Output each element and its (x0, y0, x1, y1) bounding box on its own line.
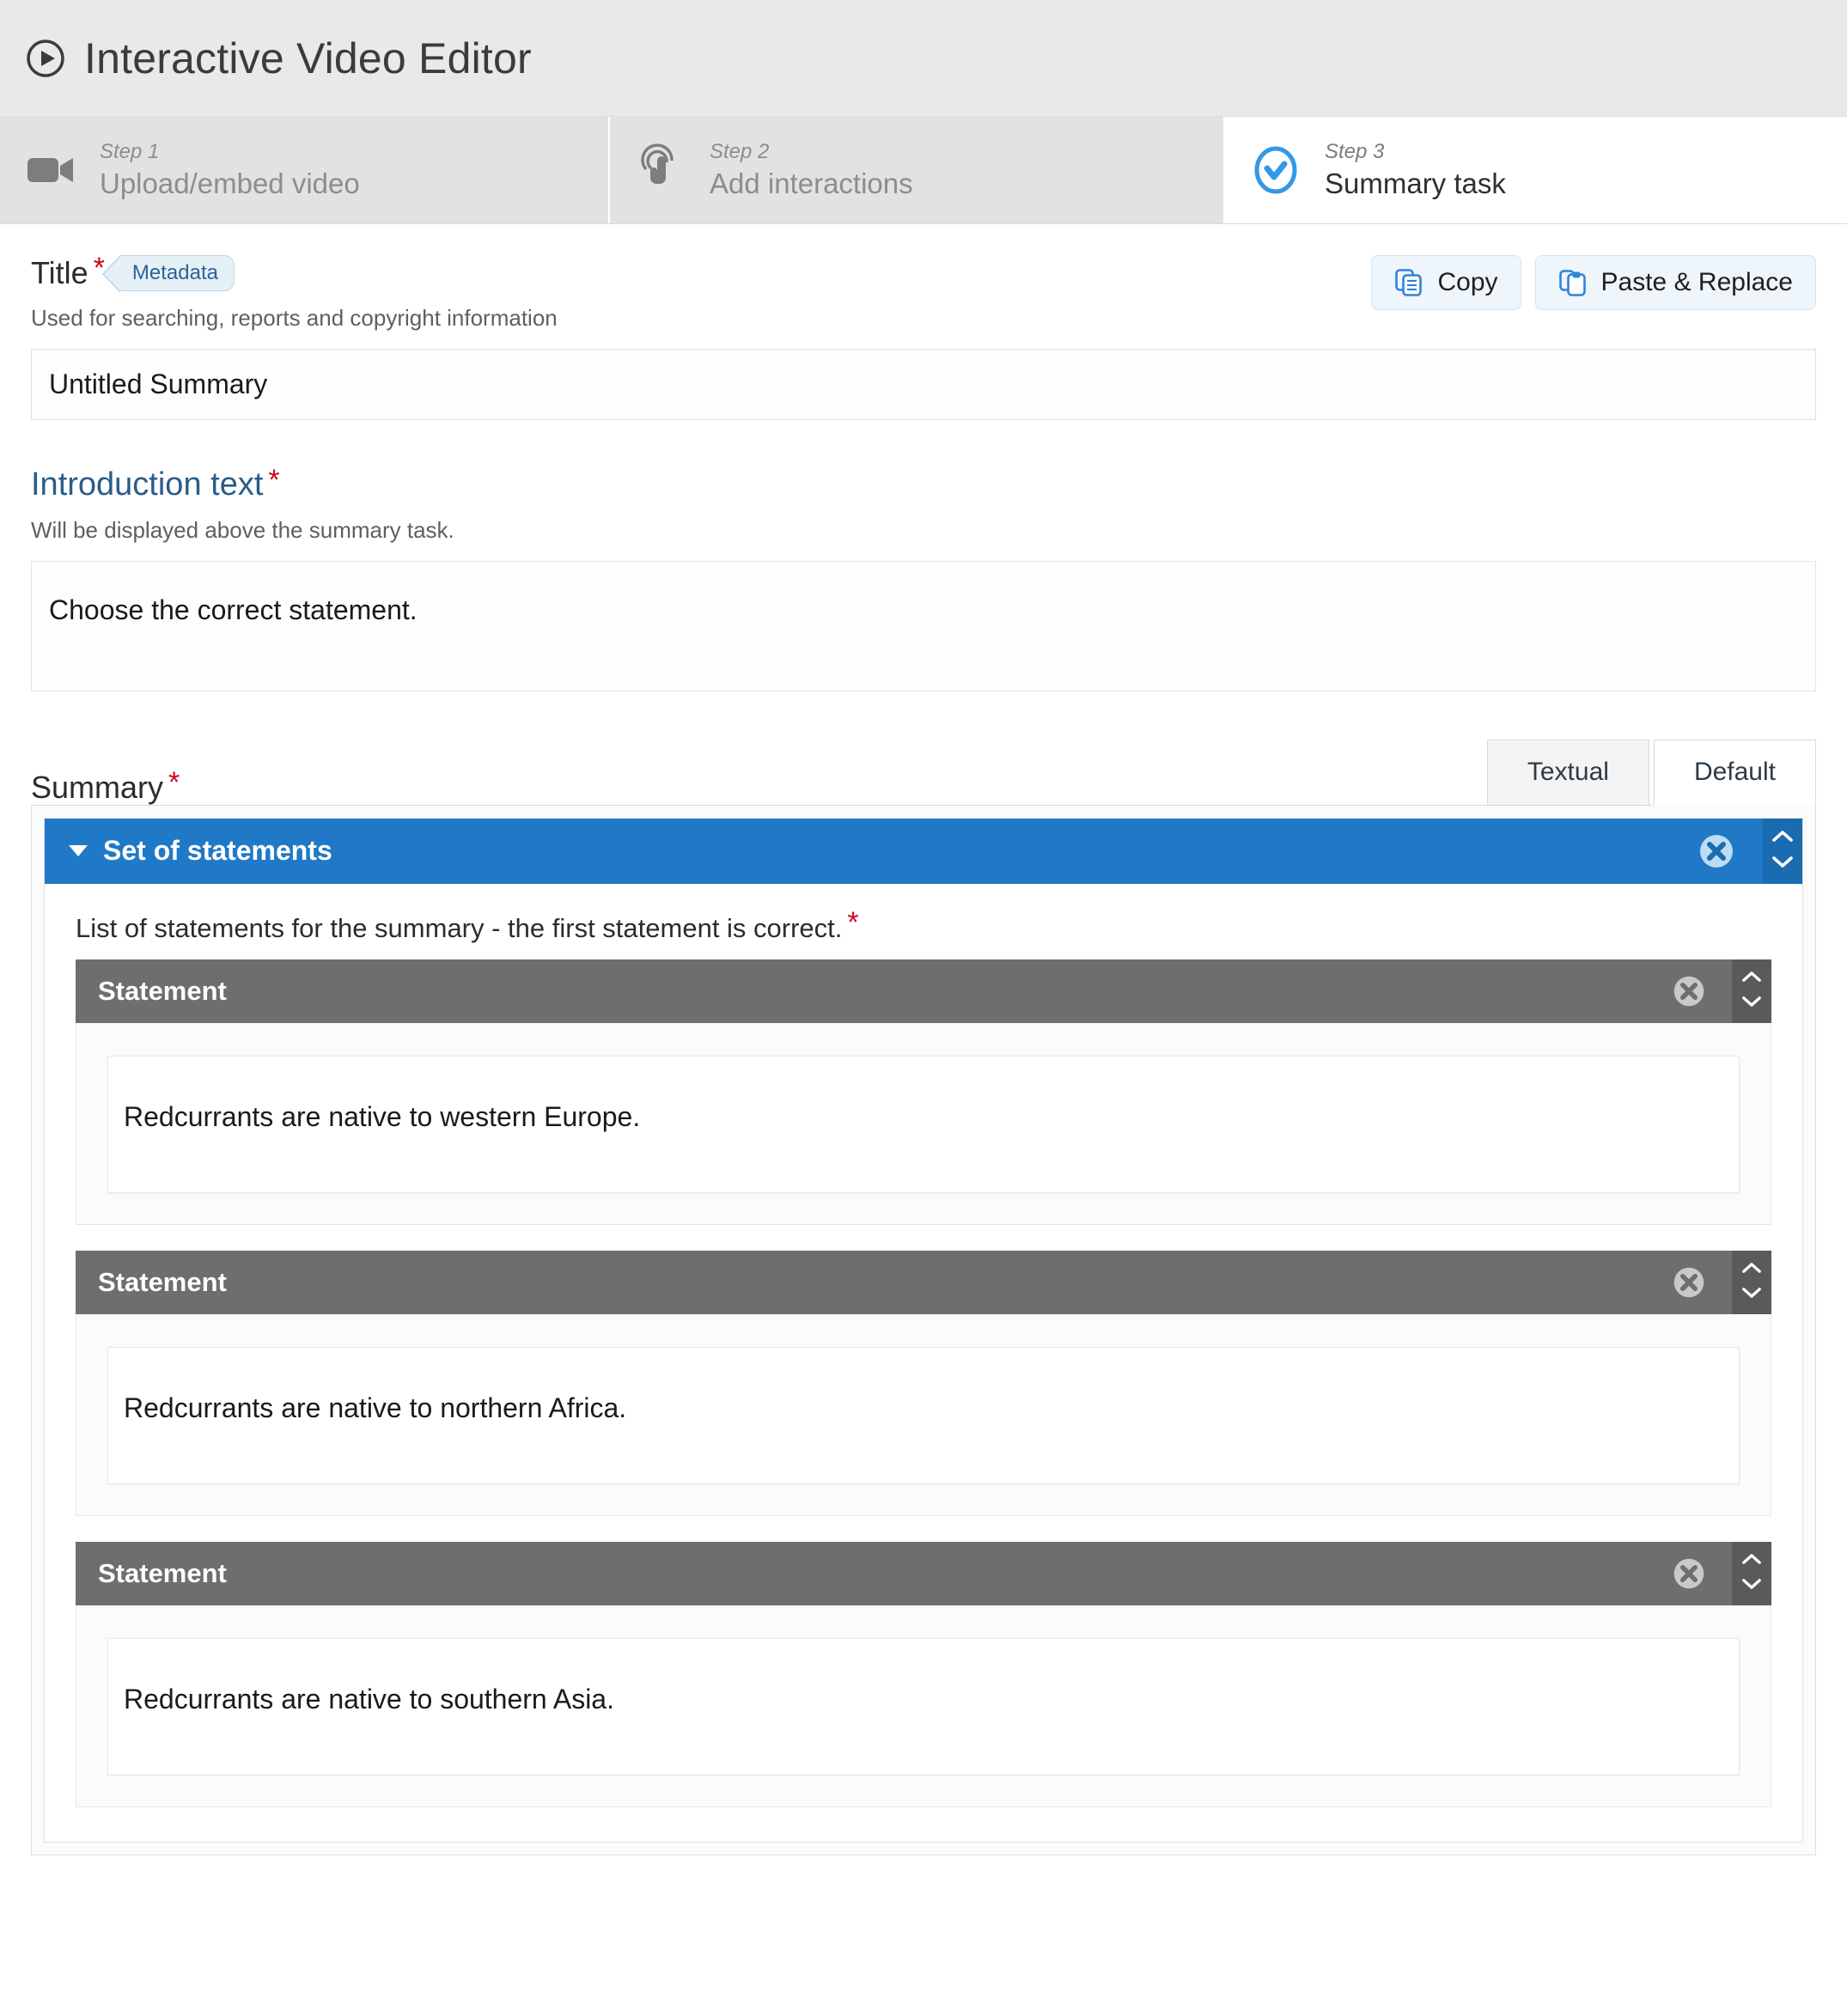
editor-form: Title * Metadata Used for searching, rep… (0, 224, 1847, 1855)
step-label: Upload/embed video (100, 167, 360, 200)
statement-title: Statement (98, 1557, 227, 1588)
statement-body: Redcurrants are native to southern Asia. (76, 1605, 1771, 1807)
statement-reorder (1732, 1541, 1771, 1605)
step-label: Add interactions (710, 167, 913, 200)
title-input[interactable] (31, 349, 1816, 420)
title-description: Used for searching, reports and copyrigh… (31, 305, 558, 331)
title-row: Title * Metadata Used for searching, rep… (31, 253, 1816, 332)
step-number: Step 3 (1325, 140, 1385, 164)
chevron-down-icon[interactable] (1771, 855, 1794, 873)
step-tab-add-interactions[interactable]: Step 2 Add interactions (610, 117, 1225, 223)
step-number: Step 2 (710, 140, 770, 164)
paste-replace-button-label: Paste & Replace (1600, 268, 1793, 296)
statement-text-editor[interactable]: Redcurrants are native to southern Asia. (107, 1637, 1740, 1775)
statement-body: Redcurrants are native to western Europe… (76, 1022, 1771, 1225)
set-of-statements-group: Set of statements List of statements for… (44, 817, 1803, 1842)
chevron-up-icon[interactable] (1741, 1553, 1762, 1570)
statement-header: Statement (76, 1541, 1771, 1605)
summary-header-row: Summary * Textual Default (31, 740, 1816, 806)
metadata-actions: Copy Paste & Replace (1371, 255, 1816, 310)
delete-circle-icon[interactable] (1698, 832, 1735, 870)
statements-list-required-marker: * (847, 905, 859, 939)
caret-down-icon (69, 845, 88, 856)
introduction-label-line: Introduction text * (31, 466, 1816, 503)
play-circle-icon (26, 39, 65, 78)
summary-required-marker: * (168, 765, 180, 799)
app-header: Interactive Video Editor (0, 0, 1847, 117)
statement-item: Statement (76, 959, 1771, 1225)
copy-button-label: Copy (1437, 268, 1498, 296)
introduction-description: Will be displayed above the summary task… (31, 517, 454, 543)
delete-circle-icon[interactable] (1672, 1556, 1706, 1591)
delete-circle-icon[interactable] (1672, 1265, 1706, 1300)
statement-reorder (1732, 959, 1771, 1023)
summary-view-tabs: Textual Default (1486, 740, 1816, 806)
step-tab-summary-task[interactable]: Step 3 Summary task (1225, 117, 1845, 223)
paste-replace-button[interactable]: Paste & Replace (1534, 255, 1816, 310)
statement-item: Statement (76, 1541, 1771, 1807)
statement-text-editor[interactable]: Redcurrants are native to northern Afric… (107, 1346, 1740, 1484)
statement-header: Statement (76, 1250, 1771, 1314)
statement-body: Redcurrants are native to northern Afric… (76, 1313, 1771, 1516)
copy-icon (1394, 268, 1423, 297)
statements-list-label-line: List of statements for the summary - the… (76, 908, 1771, 944)
set-of-statements-toggle[interactable]: Set of statements (45, 835, 332, 867)
copy-button[interactable]: Copy (1371, 255, 1521, 310)
chevron-down-icon[interactable] (1741, 1577, 1762, 1594)
title-label-line: Title * Metadata (31, 253, 558, 293)
introduction-required-marker: * (268, 463, 280, 496)
set-of-statements-header: Set of statements (45, 818, 1802, 884)
video-camera-icon (24, 143, 77, 197)
title-label: Title (31, 255, 88, 290)
chevron-up-icon[interactable] (1771, 830, 1794, 848)
statement-text-editor[interactable]: Redcurrants are native to western Europe… (107, 1055, 1740, 1193)
statement-item: Statement (76, 1250, 1771, 1516)
set-of-statements-body: List of statements for the summary - the… (45, 884, 1802, 1842)
check-circle-icon (1249, 143, 1302, 197)
step-tab-upload-embed-video[interactable]: Step 1 Upload/embed video (0, 117, 610, 223)
statement-header: Statement (76, 959, 1771, 1023)
tab-default[interactable]: Default (1653, 740, 1816, 806)
chevron-up-icon[interactable] (1741, 971, 1762, 988)
delete-circle-icon[interactable] (1672, 974, 1706, 1008)
step-tabs: Step 1 Upload/embed video Step 2 Add int… (0, 117, 1847, 224)
statement-title: Statement (98, 975, 227, 1006)
statement-title: Statement (98, 1266, 227, 1297)
tab-textual[interactable]: Textual (1486, 740, 1649, 806)
introduction-text-editor[interactable]: Choose the correct statement. (31, 561, 1816, 691)
introduction-section: Introduction text * Will be displayed ab… (31, 466, 1816, 691)
set-of-statements-title: Set of statements (103, 835, 332, 866)
set-of-statements-reorder (1763, 818, 1802, 884)
statement-reorder (1732, 1250, 1771, 1314)
touch-pointer-icon (634, 143, 687, 197)
introduction-label: Introduction text (31, 466, 264, 502)
clipboard-icon (1558, 268, 1588, 297)
page-title: Interactive Video Editor (84, 33, 532, 82)
step-label: Summary task (1325, 167, 1506, 200)
summary-panel: Set of statements List of statements for… (31, 804, 1816, 1855)
chevron-down-icon[interactable] (1741, 1286, 1762, 1303)
statements-list-label: List of statements for the summary - the… (76, 912, 843, 943)
metadata-badge[interactable]: Metadata (101, 255, 235, 293)
summary-label: Summary (31, 769, 164, 805)
chevron-up-icon[interactable] (1741, 1262, 1762, 1279)
summary-label-line: Summary * (31, 765, 180, 806)
chevron-down-icon[interactable] (1741, 995, 1762, 1012)
step-number: Step 1 (100, 140, 160, 164)
